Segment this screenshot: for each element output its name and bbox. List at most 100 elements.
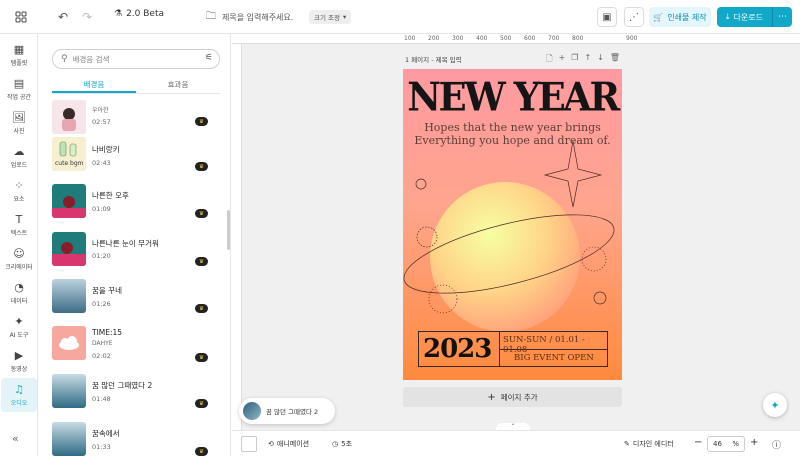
premium-crown-icon: ♛: [195, 117, 208, 126]
page-actions: 🗋 + ❐ ↑ ↓ 🗑: [546, 53, 620, 67]
resize-button[interactable]: 크기 조정 ▾: [309, 10, 352, 24]
duration-button[interactable]: ◷ 5초: [332, 439, 352, 449]
poster-event[interactable]: BIG EVENT OPEN: [514, 353, 594, 363]
rail-item-creator[interactable]: ☺ 크리에이터: [1, 242, 37, 276]
design-editor-button[interactable]: ✎ 디자인 에디터: [624, 439, 674, 449]
print-order-button[interactable]: 🛒 인쇄물 제작: [649, 7, 711, 27]
track-duration: 01:48: [92, 395, 111, 403]
poster-subtitle-line2[interactable]: Everything you hope and dream of.: [403, 134, 622, 147]
top-bar: ↶ ↷ ⚗ 2.0 Beta 🗀 제목을 입력해주세요. 크기 조정 ▾ ▣ ⋰…: [0, 0, 800, 34]
rail-item-template[interactable]: ▦ 템플릿: [1, 38, 37, 72]
share-icon[interactable]: ⋰: [624, 7, 644, 27]
zoom-in-button[interactable]: +: [750, 437, 758, 448]
premium-crown-icon: ♛: [195, 209, 208, 218]
bottom-bar: ⟲ 애니메이션 ◷ 5초 ✎ 디자인 에디터 − 46 % + ⓘ: [232, 430, 800, 456]
page-note-icon[interactable]: 🗋: [546, 53, 552, 67]
ai-icon: ✦: [14, 314, 24, 328]
caret-down-icon: ▾: [343, 13, 347, 21]
folder-icon: 🗀: [206, 11, 216, 22]
track-thumbnail: [52, 184, 86, 218]
app-menu-icon[interactable]: [12, 8, 30, 26]
now-playing-pill[interactable]: 꿈 많던 그때였다 2: [239, 398, 335, 424]
tab-sfx[interactable]: 효과음: [136, 76, 220, 93]
panel-scrollbar[interactable]: [227, 210, 230, 250]
page-label[interactable]: 1 페이지 - 제목 입력: [405, 54, 462, 64]
poster-year[interactable]: 2023: [423, 334, 492, 364]
track-thumbnail: cute bgm: [52, 137, 86, 171]
event-box[interactable]: 2023 SUN-SUN / 01.01 - 01.08 BIG EVENT O…: [418, 331, 608, 367]
track-duration: 01:26: [92, 300, 111, 308]
plus-icon: +: [487, 391, 496, 403]
track-title: TIME:15: [92, 328, 123, 337]
add-page-button[interactable]: + 페이지 추가: [403, 387, 622, 407]
filter-icon[interactable]: ⚟: [205, 53, 213, 63]
ai-assistant-button[interactable]: ✦: [763, 393, 787, 417]
search-box: ⚲ ⚟: [52, 49, 220, 69]
save-status-icon[interactable]: ▣: [597, 7, 617, 27]
track-thumbnail: [52, 374, 86, 408]
track-duration: 01:09: [92, 205, 111, 213]
track-thumbnail: [52, 422, 86, 456]
track-title: 나른한 오후: [92, 191, 129, 200]
list-item[interactable]: 우아한 02:57 ♛: [52, 100, 220, 138]
track-thumbnail: [52, 232, 86, 266]
workspace-icon: ▤: [13, 76, 25, 90]
move-up-icon[interactable]: ↑: [584, 53, 591, 67]
track-duration: 02:43: [92, 159, 111, 167]
move-down-icon[interactable]: ↓: [597, 53, 604, 67]
list-item[interactable]: cute bgm 나비랑키 02:43 ♛: [52, 137, 220, 175]
track-duration: 02:02: [92, 352, 111, 360]
redo-icon[interactable]: ↷: [78, 8, 96, 26]
rail-item-audio[interactable]: ♫ 오디오: [1, 378, 37, 412]
premium-crown-icon: ♛: [195, 257, 208, 266]
add-icon[interactable]: +: [559, 53, 566, 67]
duplicate-icon[interactable]: ❐: [571, 53, 578, 67]
tab-bgm[interactable]: 배경음: [52, 76, 136, 93]
version-badge[interactable]: ⚗ 2.0 Beta: [114, 9, 164, 19]
track-artist: 우아한: [92, 107, 109, 114]
now-playing-title: 꿈 많던 그때였다 2: [266, 408, 319, 416]
poster-dates[interactable]: SUN-SUN / 01.01 - 01.08: [503, 335, 607, 355]
document-title-text[interactable]: 제목을 입력해주세요.: [222, 12, 293, 23]
rail-item-text[interactable]: T 텍스트: [1, 208, 37, 242]
poster-title[interactable]: NEW YEAR: [403, 76, 622, 118]
rail-item-ai-tools[interactable]: ✦ AI 도구: [1, 310, 37, 344]
poster-subtitle-line1[interactable]: Hopes that the new year brings: [403, 121, 622, 134]
creator-icon: ☺: [13, 246, 25, 260]
list-item[interactable]: 꿈 많던 그때였다 2 01:48 ♛: [52, 374, 220, 412]
document-title[interactable]: 🗀 제목을 입력해주세요.: [206, 9, 293, 26]
audio-icon: ♫: [14, 382, 24, 396]
more-options-button[interactable]: ⋯: [772, 7, 792, 27]
list-item[interactable]: 나른한 오후 01:09 ♛: [52, 184, 220, 222]
track-title: 나른나른 눈이 무거워: [92, 239, 159, 248]
list-item[interactable]: 꿈을 꾸네 01:26 ♛: [52, 279, 220, 317]
track-title: 꿈을 꾸네: [92, 286, 122, 295]
template-icon: ▦: [13, 42, 25, 56]
rail-item-video[interactable]: ▶ 동영상: [1, 344, 37, 378]
trash-icon[interactable]: 🗑: [610, 53, 620, 67]
thumb-caption: cute bgm: [55, 160, 84, 167]
zoom-input[interactable]: 46 %: [707, 436, 745, 452]
help-icon[interactable]: ⓘ: [772, 438, 781, 451]
premium-crown-icon: ♛: [195, 447, 208, 456]
poster-page[interactable]: NEW YEAR Hopes that the new year brings …: [403, 69, 622, 380]
list-item[interactable]: TIME:15 DAHYE 02:02 ♛: [52, 326, 220, 364]
zoom-out-button[interactable]: −: [694, 437, 702, 448]
rail-item-elements[interactable]: ⁘ 요소: [1, 174, 37, 208]
premium-crown-icon: ♛: [195, 353, 208, 362]
ruler-top: 100 200 300 400 500 600 700 800 900: [232, 34, 800, 44]
now-playing-thumbnail: [243, 402, 261, 420]
photo-icon: 🖼: [12, 110, 26, 124]
animation-button[interactable]: ⟲ 애니메이션: [268, 439, 309, 449]
search-input[interactable]: [72, 54, 183, 64]
background-color-swatch[interactable]: [241, 436, 257, 452]
undo-icon[interactable]: ↶: [54, 8, 72, 26]
rail-item-data[interactable]: ◔ 데이터: [1, 276, 37, 310]
list-item[interactable]: 나른나른 눈이 무거워 01:20 ♛: [52, 232, 220, 270]
rail-item-photo[interactable]: 🖼 사진: [1, 106, 37, 140]
rail-item-workspace[interactable]: ▤ 작업 공간: [1, 72, 37, 106]
rail-item-upload[interactable]: ☁ 업로드: [1, 140, 37, 174]
download-button[interactable]: ⤓ 다운로드: [717, 7, 772, 27]
list-item[interactable]: 꿈속에서 01:33 ♛: [52, 422, 220, 456]
collapse-rail-icon[interactable]: «: [12, 432, 19, 445]
